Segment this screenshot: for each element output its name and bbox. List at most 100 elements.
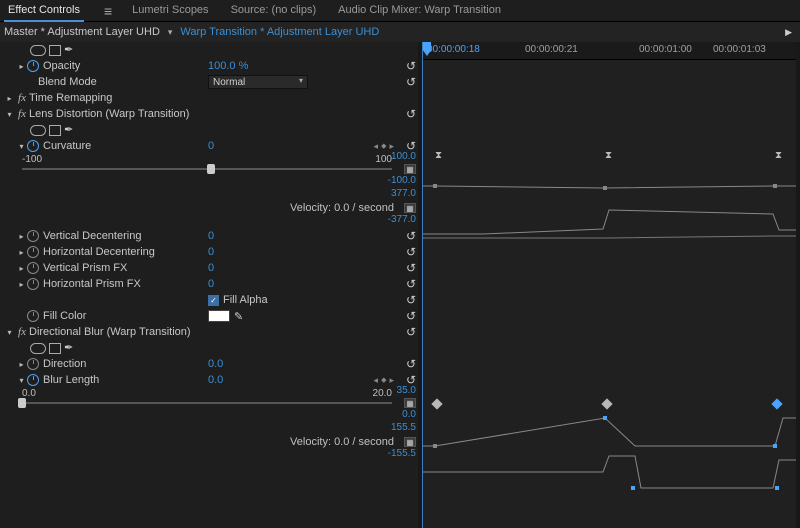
stopwatch-icon[interactable] [27, 278, 39, 290]
ruler-tick-current: 00:00:00:18 [427, 44, 480, 55]
keyframe-icon[interactable] [771, 398, 782, 409]
h-prism-value[interactable]: 0 [208, 278, 214, 290]
tab-source[interactable]: Source: (no clips) [227, 1, 321, 20]
stopwatch-icon[interactable] [27, 374, 39, 386]
chevron-down-icon[interactable]: ▾ [166, 27, 175, 38]
direction-value[interactable]: 0.0 [208, 358, 223, 370]
stopwatch-icon[interactable] [27, 358, 39, 370]
reset-icon[interactable]: ↺ [406, 107, 416, 121]
hold-keyframe-icon[interactable]: ⧗ [435, 152, 445, 162]
twisty-icon[interactable] [16, 248, 27, 257]
curvature-velocity-graph[interactable] [423, 206, 800, 246]
twisty-icon[interactable] [4, 328, 15, 337]
reset-icon[interactable]: ↺ [406, 309, 416, 323]
mask-pen-icon[interactable]: ✒ [64, 45, 78, 56]
keyframe-nav[interactable]: ◂ ◆ ▸ [374, 375, 394, 386]
twisty-icon[interactable] [4, 110, 15, 119]
stopwatch-icon[interactable] [27, 230, 39, 242]
twisty-icon[interactable] [16, 376, 27, 385]
fx-badge-icon[interactable]: fx [15, 108, 29, 120]
blur-length-keyframe-track[interactable] [423, 398, 800, 412]
tab-audio-clip-mixer[interactable]: Audio Clip Mixer: Warp Transition [334, 1, 505, 20]
blur-length-value-graph[interactable] [423, 414, 800, 450]
timeline-scrollbar[interactable] [796, 42, 800, 528]
mask-ellipse-icon[interactable] [30, 45, 46, 56]
twisty-icon[interactable] [16, 360, 27, 369]
play-icon[interactable]: ▶ [785, 27, 796, 38]
blend-mode-dropdown[interactable]: Normal [208, 75, 308, 89]
scale-icon[interactable]: ▦ [404, 437, 416, 447]
fill-alpha-checkbox[interactable]: ✓ [208, 295, 219, 306]
scale-icon[interactable]: ▦ [404, 398, 416, 408]
opacity-value[interactable]: 100.0 % [208, 60, 248, 72]
scale-icon[interactable]: ▦ [404, 203, 416, 213]
reset-icon[interactable]: ↺ [406, 75, 416, 89]
stopwatch-icon[interactable] [27, 246, 39, 258]
stopwatch-icon[interactable] [27, 310, 39, 322]
time-ruler[interactable]: 00:00:00:18 00:00:00:21 00:00:01:00 00:0… [423, 42, 800, 60]
mask-ellipse-icon[interactable] [30, 343, 46, 354]
stopwatch-icon[interactable] [27, 262, 39, 274]
tab-lumetri-scopes[interactable]: Lumetri Scopes [128, 1, 212, 20]
reset-icon[interactable]: ↺ [406, 277, 416, 291]
reset-icon[interactable]: ↺ [406, 261, 416, 275]
reset-icon[interactable]: ↺ [406, 293, 416, 307]
mask-pen-icon[interactable]: ✒ [64, 343, 78, 354]
blur-length-value[interactable]: 0.0 [208, 374, 223, 386]
curvature-value[interactable]: 0 [208, 140, 214, 152]
h-decenter-value[interactable]: 0 [208, 246, 214, 258]
param-direction: Direction [43, 358, 86, 370]
reset-icon[interactable]: ↺ [406, 325, 416, 339]
twisty-icon[interactable] [16, 62, 27, 71]
hold-keyframe-icon[interactable]: ⧗ [605, 152, 615, 162]
twisty-icon[interactable] [16, 142, 27, 151]
mask-ellipse-icon[interactable] [30, 125, 46, 136]
keyframe-icon[interactable] [431, 398, 442, 409]
reset-icon[interactable]: ↺ [406, 229, 416, 243]
eyedropper-icon[interactable]: ✎ [234, 310, 243, 323]
mask-rect-icon[interactable] [49, 343, 61, 354]
fx-badge-icon[interactable]: fx [15, 92, 29, 104]
direction-row: Direction 0.0 ↺ [0, 356, 422, 372]
curvature-slider[interactable]: -100 100 100.0 ▦ [0, 154, 422, 176]
stopwatch-icon[interactable] [27, 140, 39, 152]
panel-menu-icon[interactable]: ≡ [98, 4, 114, 18]
slider-max: 20.0 [373, 388, 392, 399]
fill-alpha-row: ✓ Fill Alpha ↺ [0, 292, 422, 308]
reset-icon[interactable]: ↺ [406, 357, 416, 371]
fill-color-swatch[interactable] [208, 310, 230, 322]
stopwatch-icon[interactable] [27, 60, 39, 72]
slider-thumb[interactable] [207, 164, 215, 174]
sequence-clip-name[interactable]: Warp Transition * Adjustment Layer UHD [180, 26, 379, 38]
reset-icon[interactable]: ↺ [406, 59, 416, 73]
tab-effect-controls[interactable]: Effect Controls [4, 1, 84, 20]
reset-icon[interactable]: ↺ [406, 245, 416, 259]
directional-blur-mask-icons: ✒ [0, 340, 422, 356]
twisty-icon[interactable] [16, 280, 27, 289]
blur-vel-scale-bottom: -155.5 [388, 448, 416, 459]
keyframe-icon[interactable] [601, 398, 612, 409]
slider-thumb[interactable] [18, 398, 26, 408]
hold-keyframe-icon[interactable]: ⧗ [775, 152, 785, 162]
mask-rect-icon[interactable] [49, 45, 61, 56]
keyframe-nav[interactable]: ◂ ◆ ▸ [374, 141, 394, 152]
curvature-keyframe-track[interactable]: ⧗ ⧗ ⧗ [423, 152, 800, 166]
blur-length-slider[interactable]: 0.0 20.0 35.0 ▦ [0, 388, 422, 410]
mask-pen-icon[interactable]: ✒ [64, 125, 78, 136]
mask-rect-icon[interactable] [49, 125, 61, 136]
blur-vel-scale-top-row: 155.5 [0, 422, 422, 434]
v-prism-row: Vertical Prism FX 0 ↺ [0, 260, 422, 276]
velocity-readout: Velocity: 0.0 / second [290, 202, 394, 214]
twisty-icon[interactable] [16, 232, 27, 241]
scale-icon[interactable]: ▦ [404, 164, 416, 174]
velocity-scale-bot-row: -377.0 [0, 216, 422, 228]
blur-length-velocity-graph[interactable] [423, 452, 800, 492]
slider-track[interactable] [22, 402, 392, 404]
v-decenter-value[interactable]: 0 [208, 230, 214, 242]
twisty-icon[interactable] [16, 264, 27, 273]
twisty-icon[interactable] [4, 94, 15, 103]
v-prism-value[interactable]: 0 [208, 262, 214, 274]
curvature-value-graph[interactable] [423, 168, 800, 204]
slider-min: -100 [22, 154, 42, 165]
fx-badge-icon[interactable]: fx [15, 326, 29, 338]
